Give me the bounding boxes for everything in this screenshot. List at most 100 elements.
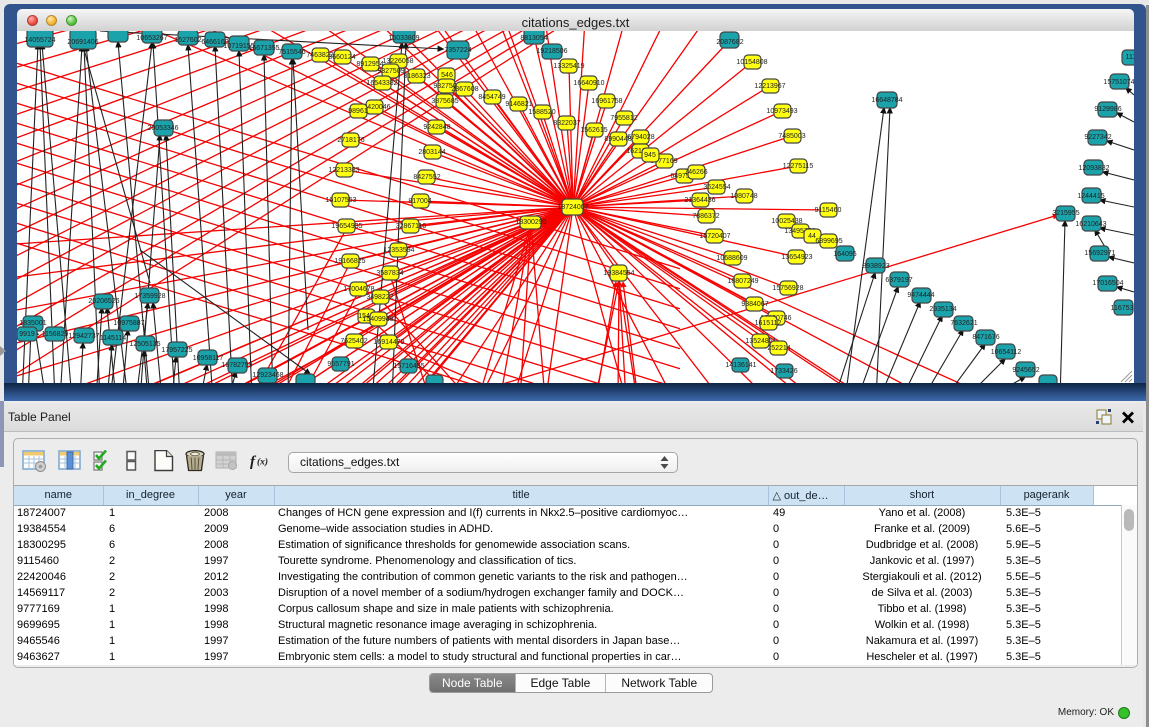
svg-text:19218506: 19218506 <box>536 48 567 55</box>
svg-text:817004: 817004 <box>408 198 431 205</box>
svg-text:1244415: 1244415 <box>1077 193 1104 200</box>
svg-text:12942737: 12942737 <box>68 333 99 340</box>
svg-text:7625402: 7625402 <box>340 338 367 345</box>
svg-text:10653267: 10653267 <box>136 35 167 42</box>
svg-text:7515546: 7515546 <box>278 49 305 56</box>
svg-text:2367608: 2367608 <box>451 86 478 93</box>
svg-text:8471676: 8471676 <box>972 334 999 341</box>
svg-text:7357224: 7357224 <box>444 47 471 54</box>
svg-text:6899695: 6899695 <box>815 238 842 245</box>
svg-text:8938923: 8938923 <box>862 263 889 270</box>
svg-text:8427552: 8427552 <box>413 174 440 181</box>
svg-text:15751074: 15751074 <box>1103 79 1134 86</box>
svg-text:16033809: 16033809 <box>388 35 419 42</box>
svg-text:19654935: 19654935 <box>331 223 362 230</box>
svg-text:3587834: 3587834 <box>376 270 403 277</box>
svg-text:9474444: 9474444 <box>907 292 934 299</box>
svg-text:17016504: 17016504 <box>1092 280 1123 287</box>
svg-text:6379197: 6379197 <box>885 277 912 284</box>
svg-text:13654923: 13654923 <box>781 254 812 261</box>
svg-text:9384067: 9384067 <box>741 301 768 308</box>
svg-text:6794028: 6794028 <box>627 134 654 141</box>
svg-text:1156829: 1156829 <box>42 331 69 338</box>
svg-text:16640910: 16640910 <box>573 80 604 87</box>
svg-text:10975887: 10975887 <box>113 320 144 327</box>
svg-text:9919: 9919 <box>19 331 35 338</box>
svg-text:12213383: 12213383 <box>328 167 359 174</box>
svg-text:12923468: 12923468 <box>252 372 283 379</box>
svg-text:8912954: 8912954 <box>356 61 383 68</box>
svg-text:7955812: 7955812 <box>610 115 637 122</box>
svg-text:746266: 746266 <box>684 169 707 176</box>
svg-text:98961: 98961 <box>348 108 368 115</box>
svg-text:8660124: 8660124 <box>328 54 355 61</box>
svg-text:18807249: 18807249 <box>727 278 758 285</box>
svg-text:f: f <box>250 454 257 470</box>
svg-text:9227342: 9227342 <box>1084 134 1111 141</box>
svg-text:16107553: 16107553 <box>325 197 356 204</box>
svg-text:20053346: 20053346 <box>147 125 178 132</box>
svg-text:17957225: 17957225 <box>161 347 192 354</box>
svg-text:3498222: 3498222 <box>366 294 393 301</box>
svg-text:16648784: 16648784 <box>871 97 902 104</box>
svg-text:18300295: 18300295 <box>515 219 546 226</box>
svg-text:13325419: 13325419 <box>553 63 584 70</box>
svg-text:10973493: 10973493 <box>766 108 797 115</box>
svg-text:546: 546 <box>441 72 453 79</box>
svg-text:7485003: 7485003 <box>778 133 805 140</box>
svg-text:1080748: 1080748 <box>730 193 757 200</box>
svg-text:20206526: 20206526 <box>88 298 119 305</box>
svg-text:9146821: 9146821 <box>505 101 532 108</box>
svg-text:15409948: 15409948 <box>362 316 393 323</box>
svg-text:2803144: 2803144 <box>418 149 445 156</box>
svg-text:12353594: 12353594 <box>383 247 414 254</box>
svg-text:2087682: 2087682 <box>716 39 743 46</box>
svg-text:12275115: 12275115 <box>783 163 814 170</box>
svg-text:12213967: 12213967 <box>754 83 785 90</box>
svg-text:9115460: 9115460 <box>815 207 842 214</box>
svg-text:9242848: 9242848 <box>423 124 450 131</box>
svg-text:1733426: 1733426 <box>770 368 797 375</box>
svg-text:111: 111 <box>1126 54 1134 61</box>
svg-text:7632621: 7632621 <box>950 320 977 327</box>
svg-text:15720407: 15720407 <box>699 233 730 240</box>
svg-text:14136141: 14136141 <box>725 362 756 369</box>
svg-text:8322037: 8322037 <box>553 120 580 127</box>
svg-text:10654112: 10654112 <box>991 349 1022 356</box>
svg-text:16961758: 16961758 <box>591 98 622 105</box>
svg-text:3215955: 3215955 <box>1052 210 1079 217</box>
svg-text:1615112: 1615112 <box>755 320 782 327</box>
svg-text:9657791: 9657791 <box>327 361 354 368</box>
svg-text:20691406: 20691406 <box>67 39 98 46</box>
svg-text:16914479: 16914479 <box>373 339 404 346</box>
svg-text:32867110: 32867110 <box>396 223 427 230</box>
svg-text:3624554: 3624554 <box>703 184 730 191</box>
svg-text:16210643: 16210643 <box>1075 221 1106 228</box>
svg-text:945: 945 <box>644 152 656 159</box>
svg-text:10688609: 10688609 <box>716 255 747 262</box>
svg-text:1588520: 1588520 <box>528 109 555 116</box>
svg-text:(x): (x) <box>257 457 268 468</box>
svg-text:1145114: 1145114 <box>100 335 126 342</box>
svg-text:252214: 252214 <box>767 345 790 352</box>
svg-text:16543382: 16543382 <box>366 80 397 87</box>
svg-text:8186323: 8186323 <box>403 73 430 80</box>
svg-text:8813054: 8813054 <box>520 35 547 42</box>
svg-text:9129986: 9129986 <box>1094 106 1121 113</box>
svg-text:1562615: 1562615 <box>580 127 607 134</box>
svg-text:10958117: 10958117 <box>193 355 224 362</box>
svg-text:2718176: 2718176 <box>337 137 364 144</box>
svg-text:12093832: 12093832 <box>1078 165 1109 172</box>
svg-text:3875685: 3875685 <box>431 98 458 105</box>
svg-text:18724007: 18724007 <box>557 204 588 211</box>
svg-text:15716485: 15716485 <box>393 363 424 370</box>
svg-text:9327509: 9327509 <box>377 68 404 75</box>
svg-text:19166825: 19166825 <box>334 258 365 265</box>
svg-text:17359928: 17359928 <box>134 293 165 300</box>
svg-text:21364436: 21364436 <box>684 197 715 204</box>
svg-text:10154808: 10154808 <box>736 59 767 66</box>
svg-text:16671355: 16671355 <box>248 45 279 52</box>
svg-text:1527602: 1527602 <box>174 37 201 44</box>
svg-text:15756928: 15756928 <box>772 285 803 292</box>
svg-text:12505135: 12505135 <box>129 341 160 348</box>
